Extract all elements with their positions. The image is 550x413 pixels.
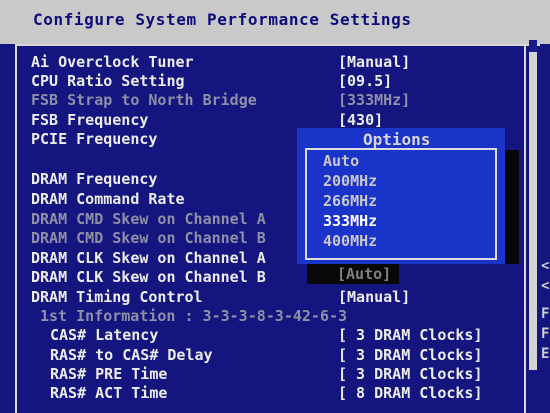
frame-border-top (15, 44, 540, 46)
help-glyph: < (541, 258, 550, 274)
setting-label: DRAM CLK Skew on Channel B (31, 268, 266, 286)
setting-value[interactable]: [ 3 DRAM Clocks] (338, 345, 483, 365)
setting-label: RAS# to CAS# Delay (50, 346, 213, 364)
setting-label: RAS# ACT Time (50, 384, 168, 402)
setting-label: DRAM Frequency (31, 170, 158, 188)
setting-label: DRAM CMD Skew on Channel B (31, 229, 266, 247)
highlighted-value-box[interactable]: [Auto] (307, 264, 399, 284)
setting-label: DRAM Command Rate (31, 190, 185, 208)
popup-header: Options (297, 128, 505, 150)
setting-label: DRAM Timing Control (31, 288, 203, 306)
bios-screen: Configure System Performance Settings < … (0, 0, 550, 413)
setting-label: CAS# Latency (50, 326, 159, 344)
scrollbar-thumb[interactable] (529, 40, 537, 52)
page-title: Configure System Performance Settings (33, 10, 412, 29)
setting-label: DRAM CMD Skew on Channel A (31, 210, 266, 228)
popup-shadow (505, 150, 519, 264)
setting-value[interactable]: [ 3 DRAM Clocks] (338, 364, 483, 384)
frame-border-left (15, 44, 17, 413)
setting-value[interactable]: [ 3 DRAM Clocks] (338, 325, 483, 345)
setting-value: [333MHz] (338, 91, 411, 109)
setting-label: FSB Frequency (31, 111, 149, 129)
title-bar: Configure System Performance Settings (0, 0, 550, 44)
setting-value[interactable]: [Manual] (338, 287, 410, 307)
setting-label: FSB Strap to North Bridge (31, 91, 257, 109)
setting-label: Ai Overclock Tuner (31, 53, 194, 71)
option-item[interactable]: 200MHz (323, 171, 377, 191)
setting-value[interactable]: [Manual] (338, 52, 410, 72)
timing-info-text: 1st Information : 3-3-3-8-3-42-6-3 (40, 307, 348, 325)
options-list[interactable]: Auto 200MHz 266MHz 333MHz 400MHz (305, 148, 497, 260)
option-item-selected[interactable]: 333MHz (323, 211, 377, 231)
frame-border-right (524, 44, 526, 413)
option-item[interactable]: 400MHz (323, 231, 377, 251)
setting-label: DRAM CLK Skew on Channel A (31, 249, 266, 267)
help-glyph: < (541, 278, 550, 294)
popup-title: Options (363, 130, 431, 149)
setting-value[interactable]: [ 8 DRAM Clocks] (338, 383, 483, 403)
setting-value[interactable]: [09.5] (338, 71, 392, 91)
help-glyph: E (541, 346, 550, 362)
scrollbar[interactable] (529, 40, 537, 370)
setting-label: PCIE Frequency (31, 130, 158, 148)
setting-label: CPU Ratio Setting (31, 72, 185, 90)
help-glyph: F (541, 306, 550, 322)
help-panel-edge: < < F F E (540, 0, 550, 413)
option-item[interactable]: 266MHz (323, 191, 377, 211)
options-popup[interactable]: Options Auto 200MHz 266MHz 333MHz 400MHz (297, 128, 505, 264)
setting-value[interactable]: [430] (338, 110, 383, 130)
setting-label: RAS# PRE Time (50, 365, 168, 383)
setting-value[interactable]: [Auto] (337, 264, 391, 284)
option-item[interactable]: Auto (323, 151, 359, 171)
help-glyph: F (541, 326, 550, 342)
